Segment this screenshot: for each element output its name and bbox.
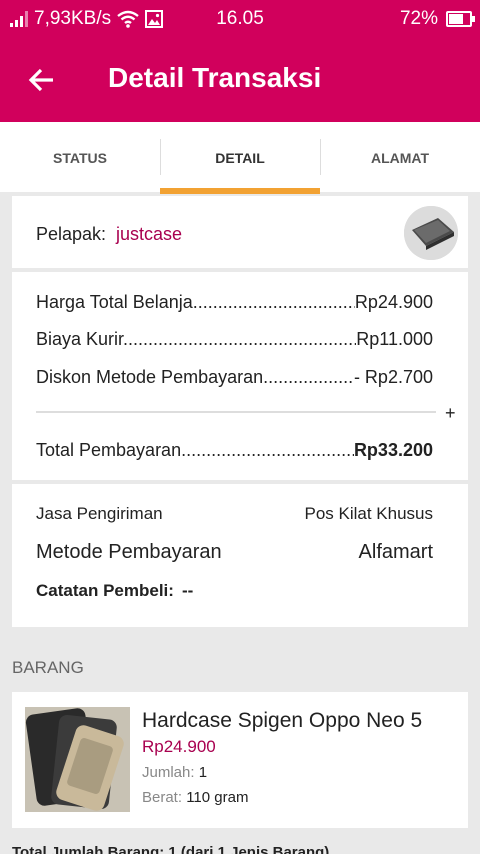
jasa-pengiriman-label: Jasa Pengiriman <box>36 504 163 523</box>
product-price: Rp24.900 <box>142 737 216 756</box>
shipping-payment-card: Jasa Pengiriman Pos Kilat Khusus Metode … <box>12 484 468 627</box>
arrow-left-icon <box>28 68 53 92</box>
status-right: 72% <box>399 8 475 30</box>
seller-label: Pelapak: <box>36 224 107 244</box>
total-pembayaran-row: Total Pembayaran........................… <box>36 440 433 461</box>
dot-leader: ........................................… <box>181 440 354 460</box>
biaya-kurir-label: Biaya Kurir <box>36 329 124 349</box>
total-belanja-value: Rp24.900 <box>354 292 433 312</box>
plus-sign: + <box>445 403 456 423</box>
seller-name-link[interactable]: justcase <box>116 224 182 245</box>
payment-summary-card: Harga Total Belanja.....................… <box>12 272 468 480</box>
page-title: Detail Transaksi <box>108 62 322 93</box>
dot-leader: ........................................… <box>123 329 356 349</box>
product-thumbnail-image <box>404 206 458 260</box>
quantity-label: Jumlah: <box>142 764 195 781</box>
tab-alamat[interactable]: ALAMAT <box>320 122 480 192</box>
diskon-value: - Rp2.700 <box>353 367 433 387</box>
battery-percent: 72% <box>399 8 438 29</box>
section-barang-label: BARANG <box>12 658 84 677</box>
catatan-pembeli-label: Catatan Pembeli: <box>36 581 174 600</box>
tab-status[interactable]: STATUS <box>0 122 160 192</box>
diskon-label: Diskon Metode Pembayaran <box>36 367 264 387</box>
seller-card: Pelapak: justcase <box>12 196 468 268</box>
quantity-value: 1 <box>198 764 208 781</box>
metode-pembayaran-row: Metode Pembayaran Alfamart <box>36 541 433 564</box>
biaya-kurir-value: Rp11.000 <box>356 329 433 349</box>
metode-pembayaran-value: Alfamart <box>358 541 433 563</box>
app-bar: Detail Transaksi <box>0 38 480 122</box>
battery-icon <box>446 11 475 27</box>
product-image[interactable] <box>25 707 130 812</box>
jasa-pengiriman-row: Jasa Pengiriman Pos Kilat Khusus <box>36 504 433 524</box>
tab-detail[interactable]: DETAIL <box>160 122 320 194</box>
phone-case-image <box>25 707 130 812</box>
dot-leader: ........................................… <box>263 367 354 387</box>
product-name[interactable]: Hardcase Spigen Oppo Neo 5 <box>142 709 457 733</box>
back-button[interactable] <box>22 60 62 100</box>
catatan-pembeli-row: Catatan Pembeli: -- <box>36 581 433 601</box>
total-pembayaran-label: Total Pembayaran <box>36 440 182 460</box>
weight-label: Berat: <box>142 789 183 806</box>
product-weight: Berat: 110 gram <box>142 789 248 806</box>
total-belanja-row: Harga Total Belanja.....................… <box>36 292 433 313</box>
catatan-pembeli-value: -- <box>181 581 194 600</box>
total-belanja-label: Harga Total Belanja <box>36 292 193 312</box>
total-items-text: Total Jumlah Barang: 1 (dari 1 Jenis Bar… <box>12 844 330 854</box>
jasa-pengiriman-value: Pos Kilat Khusus <box>304 504 433 523</box>
battery-fill <box>449 14 464 24</box>
product-card[interactable]: Hardcase Spigen Oppo Neo 5 Rp24.900 Juml… <box>12 692 468 828</box>
weight-value: 110 gram <box>186 789 249 806</box>
biaya-kurir-row: Biaya Kurir.............................… <box>36 329 433 350</box>
tab-bar: STATUS DETAIL ALAMAT <box>0 122 480 194</box>
dot-leader: ........................................… <box>192 292 355 312</box>
metode-pembayaran-label: Metode Pembayaran <box>36 541 222 563</box>
diskon-row: Diskon Metode Pembayaran................… <box>36 367 433 388</box>
total-pembayaran-value: Rp33.200 <box>353 440 433 460</box>
status-bar: 7,93KB/s 16.05 72% <box>0 0 480 38</box>
seller-product-thumbnail[interactable] <box>404 206 458 260</box>
sum-divider <box>36 411 436 413</box>
product-quantity: Jumlah: 1 <box>142 764 207 781</box>
